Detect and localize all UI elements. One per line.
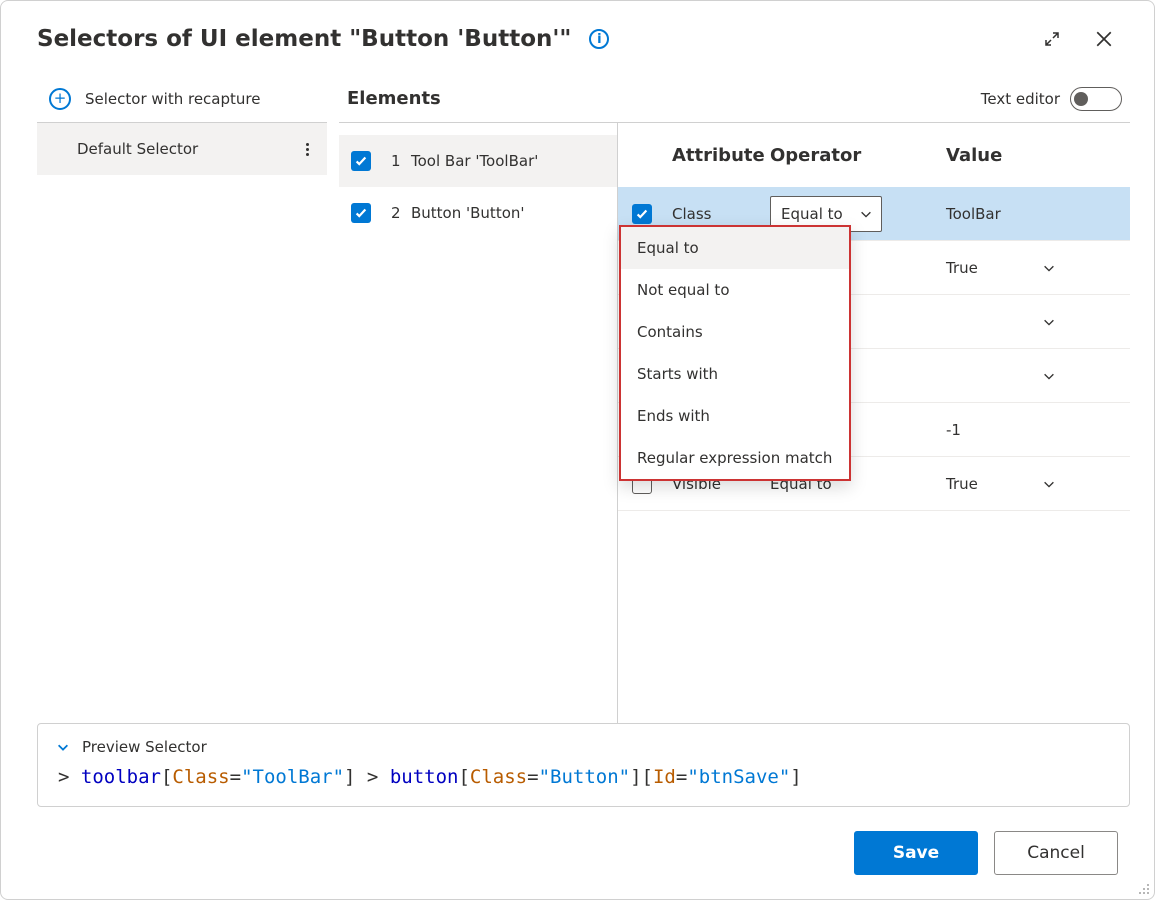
operator-option[interactable]: Ends with: [621, 395, 849, 437]
recapture-label: Selector with recapture: [85, 90, 260, 108]
info-icon[interactable]: i: [589, 29, 609, 49]
operator-option[interactable]: Contains: [621, 311, 849, 353]
selector-token: ]: [790, 766, 801, 788]
operator-value: Equal to: [781, 205, 843, 223]
col-attribute-header: Attribute: [672, 145, 770, 166]
operator-option[interactable]: Regular expression match: [621, 437, 849, 479]
selector-token: =: [676, 766, 687, 788]
text-editor-toggle[interactable]: [1070, 87, 1122, 111]
attributes-header-row: Attribute Operator Value: [618, 123, 1130, 187]
value-select[interactable]: [946, 369, 1056, 383]
elements-panel: Elements Text editor 1Tool Bar 'ToolBar'…: [327, 75, 1130, 723]
element-checkbox[interactable]: [351, 203, 371, 223]
chevron-down-icon: [1042, 315, 1056, 329]
selector-token: "ToolBar": [241, 766, 344, 788]
element-label: Tool Bar 'ToolBar': [411, 152, 538, 170]
selector-dialog: Selectors of UI element "Button 'Button'…: [0, 0, 1155, 900]
selector-token: "Button": [539, 766, 631, 788]
selector-token: =: [527, 766, 538, 788]
selector-token: Class: [172, 766, 229, 788]
preview-panel: Preview Selector > toolbar[Class="ToolBa…: [37, 723, 1130, 807]
preview-toggle[interactable]: Preview Selector: [56, 738, 1111, 756]
close-icon[interactable]: [1090, 25, 1118, 53]
chevron-down-icon: [1042, 261, 1056, 275]
selector-token: ]: [344, 766, 355, 788]
selector-token: toolbar: [81, 766, 161, 788]
col-value-header: Value: [946, 145, 1130, 166]
value-text[interactable]: -1: [946, 421, 961, 439]
dialog-footer: Save Cancel: [1, 807, 1154, 899]
preview-selector-text: > toolbar[Class="ToolBar"] > button[Clas…: [58, 766, 1111, 788]
element-row[interactable]: 2Button 'Button': [339, 187, 617, 239]
elements-header: Elements Text editor: [339, 75, 1130, 123]
save-button[interactable]: Save: [854, 831, 978, 875]
chevron-down-icon: [56, 740, 70, 754]
operator-option[interactable]: Not equal to: [621, 269, 849, 311]
more-icon[interactable]: [295, 137, 319, 161]
selectors-sidebar: + Selector with recapture Default Select…: [37, 75, 327, 723]
selector-token: [: [458, 766, 469, 788]
attributes-panel: Attribute Operator Value Class Equal to To…: [617, 123, 1130, 723]
attribute-checkbox[interactable]: [632, 204, 652, 224]
chevron-down-icon: [1042, 477, 1056, 491]
selector-token: [: [642, 766, 653, 788]
value-select[interactable]: [946, 315, 1056, 329]
selector-token: Id: [653, 766, 676, 788]
selector-token: >: [355, 766, 389, 788]
element-index: 2: [391, 204, 411, 222]
selector-token: "btnSave": [687, 766, 790, 788]
dialog-title: Selectors of UI element "Button 'Button'…: [37, 26, 571, 52]
value-text: True: [946, 259, 978, 277]
attribute-name: Class: [672, 205, 770, 223]
element-index: 1: [391, 152, 411, 170]
chevron-down-icon: [859, 207, 873, 221]
value-select[interactable]: True: [946, 259, 1056, 277]
selector-token: [: [161, 766, 172, 788]
sidebar-item[interactable]: Default Selector: [37, 123, 327, 175]
preview-label: Preview Selector: [82, 738, 207, 756]
elements-title: Elements: [347, 88, 441, 109]
selector-token: button: [390, 766, 459, 788]
resize-handle-icon[interactable]: [1138, 883, 1152, 897]
toggle-knob: [1074, 92, 1088, 106]
operator-option[interactable]: Starts with: [621, 353, 849, 395]
chevron-down-icon: [1042, 369, 1056, 383]
selector-with-recapture[interactable]: + Selector with recapture: [37, 75, 327, 123]
operator-dropdown[interactable]: Equal toNot equal toContainsStarts withE…: [619, 225, 851, 481]
cancel-button[interactable]: Cancel: [994, 831, 1118, 875]
text-editor-label: Text editor: [981, 90, 1060, 108]
operator-option[interactable]: Equal to: [621, 227, 849, 269]
dialog-header: Selectors of UI element "Button 'Button'…: [1, 1, 1154, 63]
plus-circle-icon: +: [49, 88, 71, 110]
elements-list: 1Tool Bar 'ToolBar'2Button 'Button': [339, 123, 617, 723]
value-text[interactable]: ToolBar: [946, 205, 1001, 223]
value-select[interactable]: True: [946, 475, 1056, 493]
element-checkbox[interactable]: [351, 151, 371, 171]
selector-token: ]: [630, 766, 641, 788]
sidebar-item-label: Default Selector: [77, 140, 198, 158]
expand-icon[interactable]: [1038, 25, 1066, 53]
value-text: True: [946, 475, 978, 493]
col-operator-header: Operator: [770, 145, 946, 166]
selector-token: Class: [470, 766, 527, 788]
selector-token: >: [58, 766, 81, 788]
selector-token: =: [230, 766, 241, 788]
element-label: Button 'Button': [411, 204, 525, 222]
dialog-body: + Selector with recapture Default Select…: [1, 63, 1154, 723]
element-row[interactable]: 1Tool Bar 'ToolBar': [339, 135, 617, 187]
